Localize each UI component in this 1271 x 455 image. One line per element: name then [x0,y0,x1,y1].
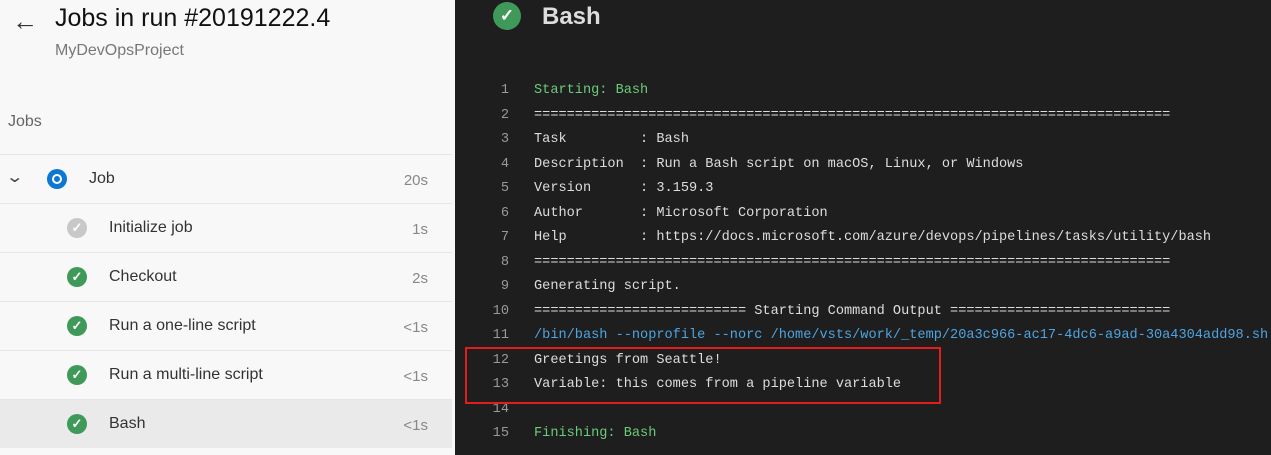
check-circle-icon: ✓ [67,316,87,336]
check-circle-icon: ✓ [67,365,87,385]
step-duration: 2s [412,270,428,287]
line-text: Help : https://docs.microsoft.com/azure/… [534,230,1212,245]
step-label: Checkout [109,268,177,285]
chevron-down-icon[interactable]: ⌄ [5,167,24,187]
step-duration: 1s [412,221,428,238]
line-text: Author : Microsoft Corporation [534,205,828,221]
line-number: 9 [500,279,509,294]
line-text: Task : Bash [534,132,689,147]
project-name: MyDevOpsProject [55,42,184,59]
line-text: Finishing: Bash [534,426,657,441]
line-text: Description : Run a Bash script on macOS… [534,156,1024,172]
log-panel: ✓ Bash 1 Starting: Bash 2 =================… [455,0,1271,455]
check-circle-icon: ✓ [67,414,87,434]
back-arrow-icon[interactable]: ← [12,6,38,37]
step-row-selected[interactable]: ✓ Bash <1s [0,399,452,448]
highlight-box [465,347,941,404]
check-circle-icon: ✓ [493,2,521,30]
step-label: Bash [109,415,146,432]
job-duration: 20s [403,172,428,189]
line-number: 8 [500,254,509,270]
job-row[interactable]: ⌄ Job 20s [0,154,452,203]
line-number: 15 [492,426,509,441]
line-number: 11 [492,328,509,343]
page-title: Jobs in run #20191222.4 [55,4,331,32]
step-duration: <1s [403,319,428,336]
line-number: 10 [492,303,509,319]
check-circle-icon: ✓ [67,267,87,287]
line-text: Version : 3.159.3 [534,181,714,196]
step-row[interactable]: ✓ Run a one-line script <1s [0,301,452,350]
line-number: 2 [500,107,509,123]
line-text: ========================================… [534,107,1171,123]
line-number: 7 [500,230,509,245]
line-number: 1 [500,83,509,98]
step-label: Run a one-line script [109,317,256,334]
line-text: /bin/bash --noprofile --norc /home/vsts/… [534,328,1269,343]
step-label: Initialize job [109,219,193,236]
line-number: 6 [500,205,509,221]
job-label: Job [89,170,115,187]
check-circle-icon: ✓ [67,218,87,238]
line-number: 3 [500,132,509,147]
line-number: 5 [500,181,509,196]
step-duration: <1s [403,417,428,434]
jobs-heading: Jobs [8,113,42,130]
line-text: ========================================… [534,254,1171,270]
step-label: Run a multi-line script [109,366,263,383]
step-row[interactable]: ✓ Initialize job 1s [0,203,452,252]
line-text: Generating script. [534,279,681,294]
line-text: ========================== Starting Comm… [534,303,1171,319]
log-title: Bash [542,3,601,30]
step-duration: <1s [403,368,428,385]
step-row[interactable]: ✓ Checkout 2s [0,252,452,301]
line-text: Starting: Bash [534,83,649,98]
step-row[interactable]: ✓ Run a multi-line script <1s [0,350,452,399]
line-number: 4 [500,156,509,172]
jobs-panel: ← Jobs in run #20191222.4 MyDevOpsProjec… [0,0,455,455]
running-icon [47,169,67,189]
